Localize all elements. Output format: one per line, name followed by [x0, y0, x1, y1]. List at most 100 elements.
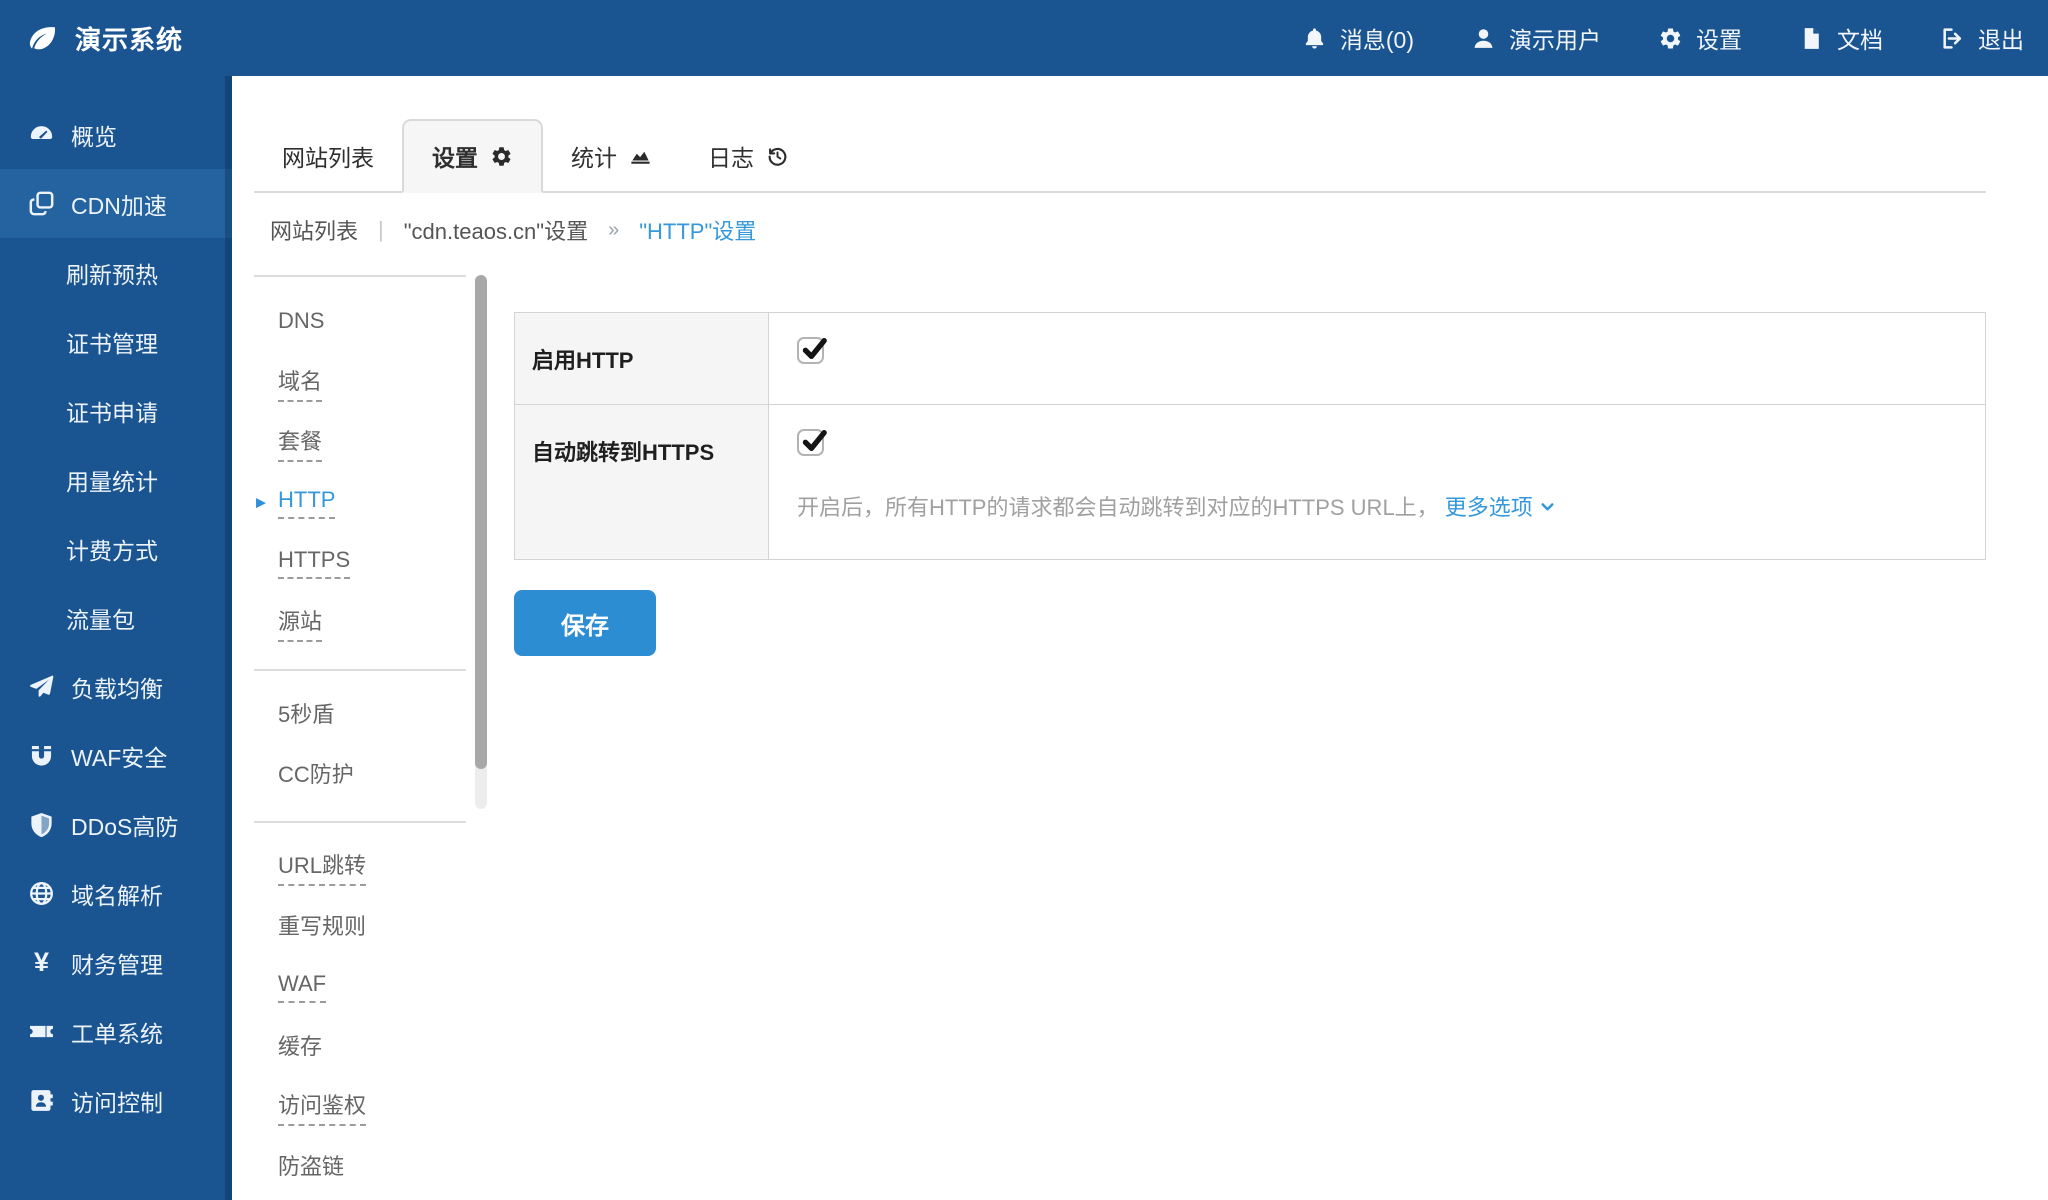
submenu-item-label: 重写规则 — [278, 909, 366, 945]
sidebar-item-label: WAF安全 — [71, 739, 167, 773]
sidebar-item-label: 证书管理 — [66, 325, 158, 359]
submenu-divider — [254, 669, 466, 671]
submenu-item-label: 5秒盾 — [278, 697, 334, 733]
breadcrumb-site-settings[interactable]: "cdn.teaos.cn"设置 — [404, 214, 588, 246]
submenu-item-label: HTTP — [278, 487, 335, 519]
topbar-item-label: 文档 — [1837, 21, 1883, 55]
globe-icon — [28, 880, 55, 907]
sidebar-item-label: 概览 — [71, 118, 117, 152]
sidebar-item-label: 流量包 — [66, 601, 135, 635]
more-options-label: 更多选项 — [1445, 490, 1533, 522]
submenu-item[interactable]: 源站 — [254, 593, 466, 653]
settings-submenu: DNS 域名 套餐 HTTP HTTPS — [254, 275, 466, 1197]
sidebar-item[interactable]: CDN加速 — [0, 169, 232, 238]
submenu-group-protection: 5秒盾 CC防护 — [254, 685, 466, 805]
submenu-item[interactable]: 重写规则 — [254, 897, 466, 957]
yen-icon: ¥ — [28, 949, 55, 976]
setting-note: 开启后，所有HTTP的请求都会自动跳转到对应的HTTPS URL上， 更多选项 — [797, 490, 1965, 522]
breadcrumb-current[interactable]: "HTTP"设置 — [639, 214, 756, 246]
breadcrumb-site-list[interactable]: 网站列表 — [270, 214, 358, 246]
submenu-item-label: 缓存 — [278, 1029, 322, 1065]
id-card-icon — [28, 1087, 55, 1114]
submenu-item[interactable]: 访问鉴权 — [254, 1077, 466, 1137]
sidebar-item[interactable]: 域名解析 — [0, 859, 232, 928]
sidebar-item[interactable]: 刷新预热 — [0, 238, 232, 307]
submenu-item-label: 域名 — [278, 364, 322, 402]
app-logo[interactable]: 演示系统 — [0, 20, 183, 57]
submenu-item-label: URL跳转 — [278, 848, 366, 886]
sidebar-item[interactable]: 流量包 — [0, 583, 232, 652]
ticket-icon — [28, 1018, 55, 1045]
sidebar-item[interactable]: 概览 — [0, 100, 232, 169]
setting-note-text: 开启后，所有HTTP的请求都会自动跳转到对应的HTTPS URL上， — [797, 490, 1439, 522]
sidebar-item[interactable]: 工单系统 — [0, 997, 232, 1066]
check-icon — [800, 334, 829, 363]
sidebar-item[interactable]: 证书申请 — [0, 376, 232, 445]
submenu-item-label: 套餐 — [278, 424, 322, 462]
setting-checkbox[interactable] — [797, 429, 824, 456]
submenu-item-label: DNS — [278, 308, 324, 338]
tab[interactable]: 设置 — [402, 119, 543, 193]
tab-label: 日志 — [708, 139, 754, 173]
submenu-item-label: CC防护 — [278, 757, 354, 793]
sidebar-item-label: DDoS高防 — [71, 808, 178, 842]
sidebar-item[interactable]: 用量统计 — [0, 445, 232, 514]
submenu-item[interactable]: 域名 — [254, 353, 466, 413]
submenu-item[interactable]: 5秒盾 — [254, 685, 466, 745]
sidebar-item-label: 证书申请 — [66, 394, 158, 428]
submenu-item[interactable]: CC防护 — [254, 745, 466, 805]
history-icon — [766, 145, 789, 168]
submenu-item[interactable]: 套餐 — [254, 413, 466, 473]
more-options-link[interactable]: 更多选项 — [1445, 490, 1557, 522]
submenu-item[interactable]: 防盗链 — [254, 1137, 466, 1197]
submenu-item[interactable]: HTTP — [254, 473, 466, 533]
leaf-icon — [27, 23, 58, 54]
submenu-group-basic: DNS 域名 套餐 HTTP HTTPS — [254, 293, 466, 653]
setting-checkbox[interactable] — [797, 337, 824, 364]
sidebar-item[interactable]: 证书管理 — [0, 307, 232, 376]
submenu-divider — [254, 821, 466, 823]
submenu-item[interactable]: DNS — [254, 293, 466, 353]
topbar-item[interactable]: 演示用户 — [1471, 21, 1601, 55]
settings-table: 启用HTTP — [514, 312, 1986, 560]
sidebar-item-label: 域名解析 — [71, 877, 163, 911]
sidebar-item[interactable]: DDoS高防 — [0, 790, 232, 859]
topbar-item-label: 退出 — [1978, 21, 2024, 55]
topbar-item[interactable]: 文档 — [1799, 21, 1883, 55]
save-button[interactable]: 保存 — [514, 590, 656, 656]
sidebar: 概览 CDN加速 刷新预热 证书管理 证书申请 用量统计 计费方式 — [0, 76, 232, 1200]
submenu-item[interactable]: 缓存 — [254, 1017, 466, 1077]
tab[interactable]: 统计 — [543, 119, 680, 193]
submenu-item[interactable]: HTTPS — [254, 533, 466, 593]
tab-label: 统计 — [571, 139, 617, 173]
check-icon — [800, 426, 829, 455]
shield-icon — [28, 811, 55, 838]
tab-label: 设置 — [432, 139, 478, 173]
submenu-scrollbar — [475, 275, 487, 809]
sidebar-item[interactable]: 计费方式 — [0, 514, 232, 583]
submenu-item[interactable]: URL跳转 — [254, 837, 466, 897]
setting-label: 自动跳转到HTTPS — [515, 405, 769, 560]
sidebar-item[interactable]: 访问控制 — [0, 1066, 232, 1135]
sidebar-item[interactable]: WAF安全 — [0, 721, 232, 790]
sidebar-item[interactable]: ¥ 财务管理 — [0, 928, 232, 997]
tab-bar: 网站列表 设置 统计 日志 — [254, 117, 1986, 193]
setting-label: 启用HTTP — [515, 313, 769, 405]
tab[interactable]: 网站列表 — [254, 119, 402, 193]
submenu-item[interactable]: WAF — [254, 957, 466, 1017]
scrollbar-thumb[interactable] — [475, 275, 487, 769]
app-title: 演示系统 — [75, 20, 183, 57]
topbar-item[interactable]: 消息(0) — [1302, 21, 1414, 55]
settings-row: 启用HTTP — [515, 313, 1986, 405]
topbar-menu: 消息(0) 演示用户 设置 文档 退出 — [1302, 21, 2048, 55]
sidebar-item[interactable]: 负载均衡 — [0, 652, 232, 721]
settings-row: 自动跳转到HTTPS 开启后，所有HTTP的请求都会自动跳转到对应的HTTPS … — [515, 405, 1986, 560]
topbar: 演示系统 消息(0) 演示用户 设置 文档 — [0, 0, 2048, 76]
sidebar-item-label: 财务管理 — [71, 946, 163, 980]
topbar-item[interactable]: 设置 — [1658, 21, 1742, 55]
sidebar-item-label: 计费方式 — [66, 532, 158, 566]
tab[interactable]: 日志 — [680, 119, 817, 193]
topbar-item[interactable]: 退出 — [1940, 21, 2024, 55]
submenu-item-label: 访问鉴权 — [278, 1088, 366, 1126]
sidebar-item-label: 负载均衡 — [71, 670, 163, 704]
